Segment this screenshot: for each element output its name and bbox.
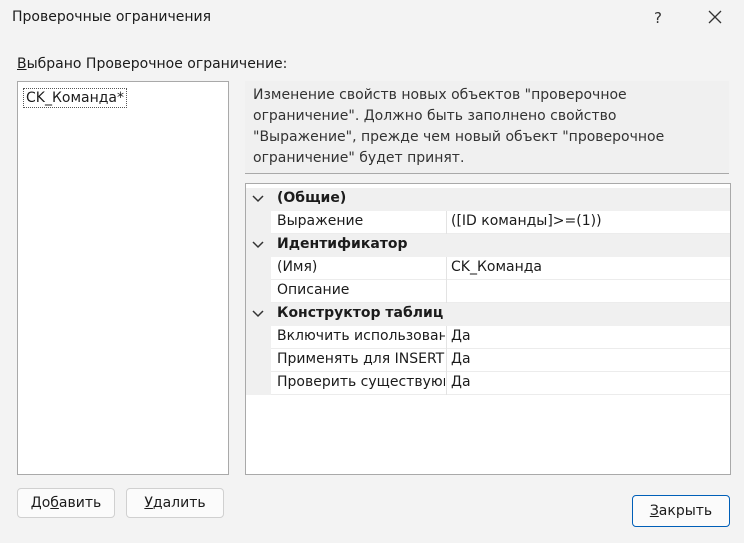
property-row-expression[interactable]: Выражение ([ID команды]>=(1))	[246, 211, 730, 234]
category-table-designer[interactable]: Конструктор таблиц	[246, 303, 730, 326]
property-grid[interactable]: (Общие) Выражение ([ID команды]>=(1)) Ид…	[245, 183, 731, 475]
property-row-enforce-replication[interactable]: Включить использование для репликации Да	[246, 326, 730, 349]
chevron-down-icon	[252, 310, 264, 318]
property-row-description[interactable]: Описание	[246, 280, 730, 303]
chevron-down-icon	[252, 241, 264, 249]
property-value[interactable]: Да	[451, 351, 471, 367]
category-label: (Общие)	[277, 190, 347, 206]
category-label: Конструктор таблиц	[277, 305, 444, 321]
chevron-down-icon	[252, 195, 264, 203]
remove-button[interactable]: Удалить	[126, 488, 224, 518]
title-bar: Проверочные ограничения ?	[0, 0, 744, 36]
property-name: Применять для INSERT и UPDATE	[277, 351, 445, 367]
window-title: Проверочные ограничения	[12, 9, 212, 25]
property-row-check-existing[interactable]: Проверить существующие данные при создан…	[246, 372, 730, 395]
property-row-insert-update[interactable]: Применять для INSERT и UPDATE Да	[246, 349, 730, 372]
property-row-name[interactable]: (Имя) CK_Команда	[246, 257, 730, 280]
close-button[interactable]: Закрыть	[632, 495, 730, 527]
property-name: (Имя)	[277, 259, 318, 275]
description-panel: Изменение свойств новых объектов "провер…	[245, 81, 729, 174]
category-general[interactable]: (Общие)	[246, 188, 730, 211]
property-value[interactable]: ([ID команды]>=(1))	[451, 213, 602, 229]
list-item[interactable]: CK_Команда*	[23, 88, 128, 108]
property-value[interactable]: CK_Команда	[451, 259, 542, 275]
selected-constraint-label: Выбрано Проверочное ограничение:	[17, 56, 288, 72]
help-button[interactable]: ?	[644, 6, 672, 30]
property-name: Проверить существующие данные при создан…	[277, 374, 445, 390]
property-name: Описание	[277, 282, 350, 298]
close-icon	[708, 10, 722, 24]
add-button[interactable]: Добавить	[17, 488, 115, 518]
description-text: Изменение свойств новых объектов "провер…	[253, 87, 665, 166]
constraint-list[interactable]: CK_Команда*	[17, 81, 229, 475]
close-window-button[interactable]	[701, 6, 729, 30]
property-name: Выражение	[277, 213, 364, 229]
category-identity[interactable]: Идентификатор	[246, 234, 730, 257]
property-value[interactable]: Да	[451, 328, 471, 344]
category-label: Идентификатор	[277, 236, 408, 252]
property-name: Включить использование для репликации	[277, 328, 445, 344]
property-value[interactable]: Да	[451, 374, 471, 390]
